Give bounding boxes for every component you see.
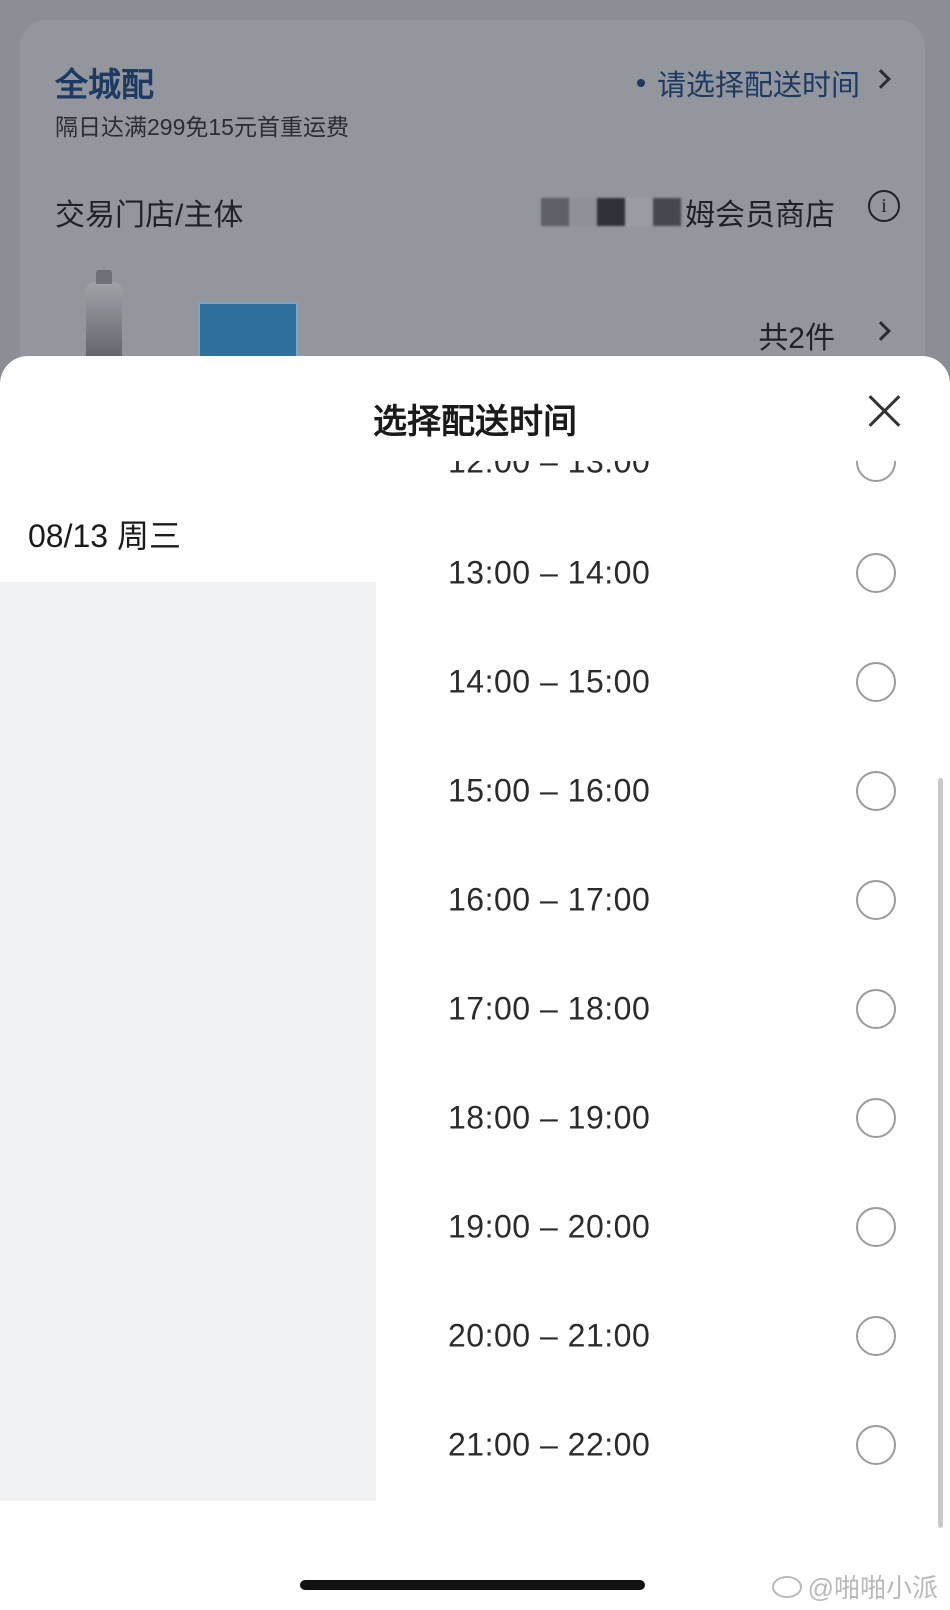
radio-icon[interactable]	[856, 770, 896, 811]
weibo-icon	[771, 1575, 802, 1598]
time-slot-label: 21:00 – 22:00	[448, 1426, 651, 1462]
radio-icon[interactable]	[856, 1206, 896, 1247]
date-column-empty	[0, 582, 376, 1501]
store-name: 姆会员商店	[685, 199, 835, 232]
select-time-link[interactable]: 请选择配送时间	[636, 62, 860, 104]
time-slot-label: 20:00 – 21:00	[448, 1317, 651, 1353]
time-slot-label: 13:00 – 14:00	[448, 554, 651, 590]
radio-icon[interactable]	[856, 988, 896, 1029]
delivery-time-sheet: 选择配送时间 08/13 周三 12:00 – 13:00 13:00 – 14…	[0, 356, 950, 1610]
item-count[interactable]: 共2件	[758, 313, 835, 357]
date-item-selected[interactable]: 08/13 周三	[0, 461, 376, 582]
time-slot[interactable]: 20:00 – 21:00	[376, 1280, 950, 1391]
radio-icon[interactable]	[856, 552, 896, 593]
store-value: 姆会员商店	[541, 190, 835, 234]
time-slot-label: 15:00 – 16:00	[448, 772, 651, 808]
sheet-title: 选择配送时间	[373, 403, 577, 441]
time-slot[interactable]: 21:00 – 22:00	[376, 1389, 950, 1500]
time-slot-partial[interactable]: 12:00 – 13:00	[376, 461, 950, 517]
watermark: @啪啪小派	[771, 1568, 938, 1605]
time-slot[interactable]: 15:00 – 16:00	[376, 735, 950, 846]
time-slot[interactable]: 18:00 – 19:00	[376, 1062, 950, 1173]
product-thumbnail-bottle	[86, 270, 122, 362]
date-label: 08/13 周三	[28, 518, 181, 554]
radio-icon[interactable]	[856, 1097, 896, 1138]
radio-icon[interactable]	[856, 661, 896, 702]
time-slot-label: 18:00 – 19:00	[448, 1099, 651, 1135]
time-slot-label: 17:00 – 18:00	[448, 990, 651, 1026]
product-thumbnail-box	[198, 302, 298, 362]
date-column: 08/13 周三	[0, 461, 376, 1501]
watermark-text: @啪啪小派	[807, 1573, 938, 1603]
store-label: 交易门店/主体	[55, 199, 244, 232]
select-time-label: 请选择配送时间	[656, 70, 860, 102]
time-slot-label: 16:00 – 17:00	[448, 881, 651, 917]
redacted-block	[541, 198, 681, 226]
home-indicator[interactable]	[300, 1580, 645, 1590]
time-slot-list[interactable]: 12:00 – 13:00 13:00 – 14:00 14:00 – 15:0…	[376, 461, 950, 1501]
delivery-subtitle: 隔日达满299免15元首重运费	[55, 114, 349, 140]
close-icon[interactable]	[868, 394, 902, 428]
dot-icon	[636, 79, 645, 87]
radio-icon[interactable]	[856, 879, 896, 920]
time-slot[interactable]: 13:00 – 14:00	[376, 517, 950, 628]
time-slot-label: 14:00 – 15:00	[448, 663, 651, 699]
radio-icon[interactable]	[856, 461, 896, 482]
radio-icon[interactable]	[856, 1315, 896, 1356]
delivery-type-title: 全城配	[55, 66, 154, 103]
time-slot[interactable]: 19:00 – 20:00	[376, 1171, 950, 1282]
time-slot-label: 12:00 – 13:00	[448, 461, 651, 479]
time-slot[interactable]: 17:00 – 18:00	[376, 953, 950, 1064]
time-slot[interactable]: 16:00 – 17:00	[376, 844, 950, 955]
time-slot[interactable]: 14:00 – 15:00	[376, 626, 950, 737]
info-icon[interactable]: i	[868, 190, 900, 222]
scrollbar[interactable]	[938, 778, 943, 1528]
radio-icon[interactable]	[856, 1424, 896, 1465]
time-slot-label: 19:00 – 20:00	[448, 1208, 651, 1244]
